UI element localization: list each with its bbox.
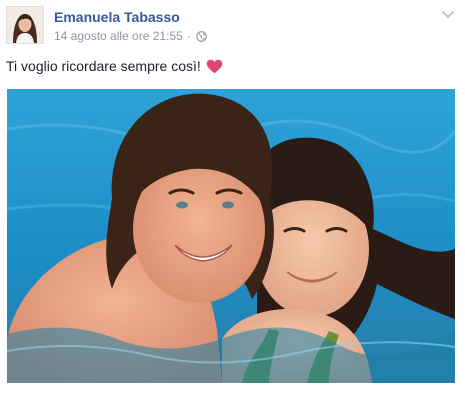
author-avatar[interactable]	[6, 6, 44, 44]
facebook-post: Emanuela Tabasso 14 agosto alle ore 21:5…	[0, 0, 465, 394]
post-meta: 14 agosto alle ore 21:55 ·	[54, 29, 207, 43]
post-photo[interactable]	[7, 89, 455, 383]
post-timestamp[interactable]: 14 agosto alle ore 21:55	[54, 29, 183, 43]
avatar-photo	[7, 7, 43, 43]
heart-icon	[206, 59, 222, 73]
post-message: Ti voglio ricordare sempre così!	[6, 58, 223, 74]
chevron-down-icon[interactable]	[441, 10, 455, 20]
post-message-text: Ti voglio ricordare sempre così!	[6, 58, 201, 74]
meta-separator: ·	[186, 29, 191, 43]
author-name-link[interactable]: Emanuela Tabasso	[54, 9, 180, 25]
pool-photo-illustration	[7, 89, 455, 383]
globe-icon[interactable]	[195, 30, 207, 42]
